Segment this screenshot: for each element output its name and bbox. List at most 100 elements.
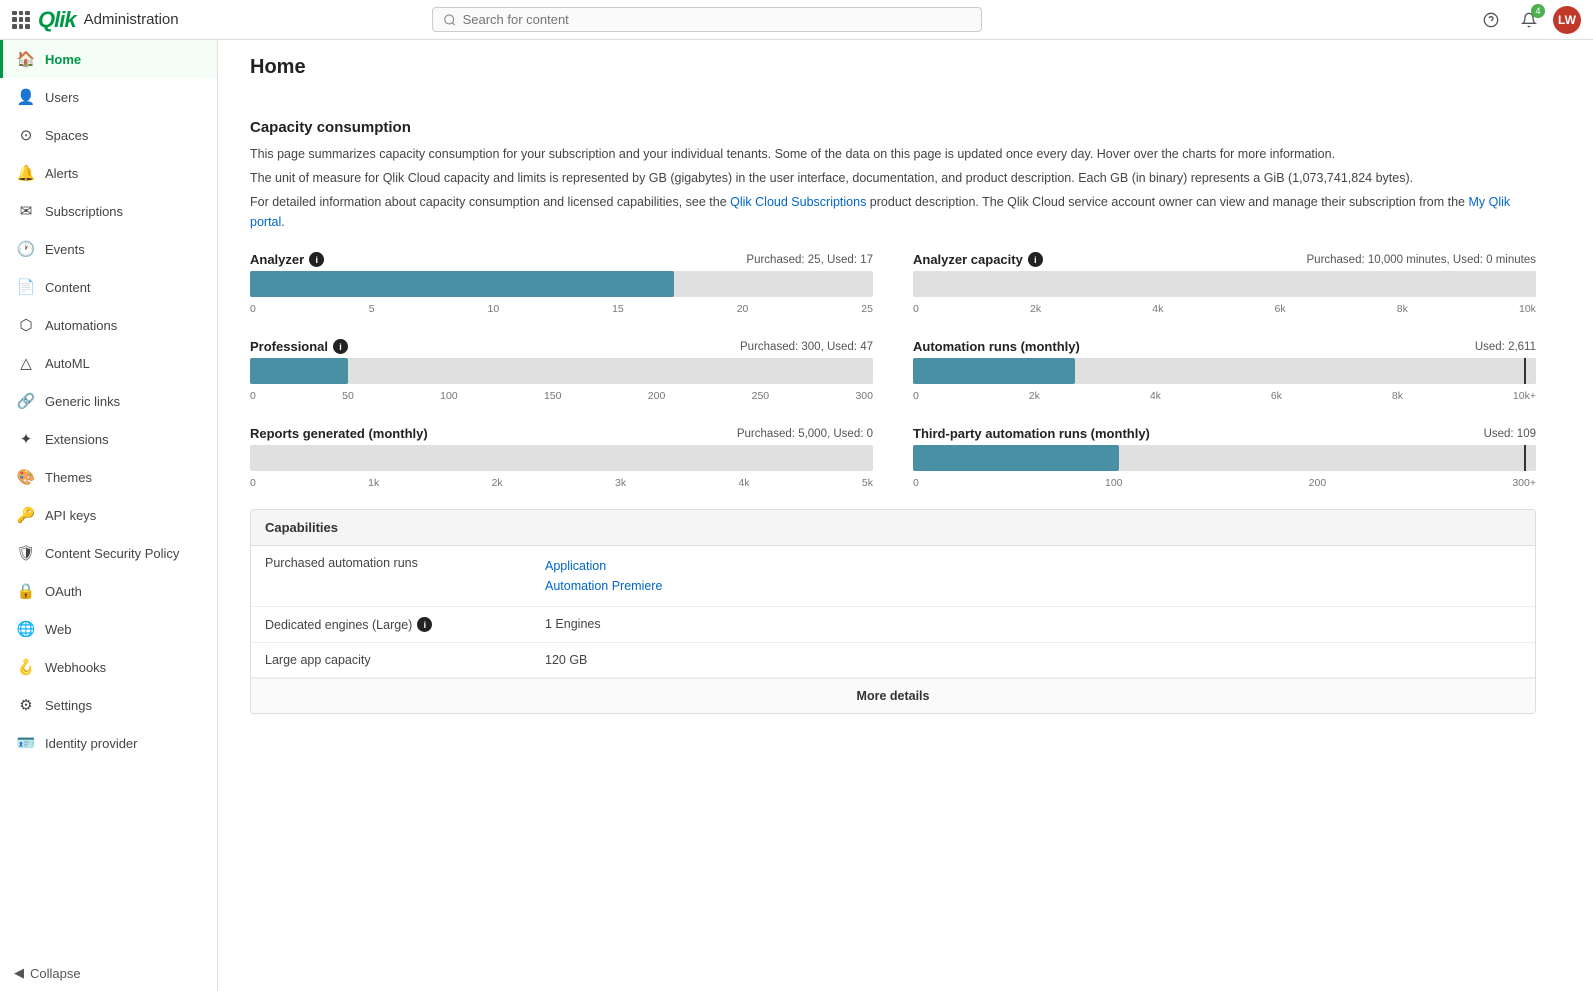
sidebar: 🏠 Home 👤 Users ⊙ Spaces 🔔 Alerts ✉ Subsc… (0, 40, 218, 991)
description-1: This page summarizes capacity consumptio… (250, 144, 1536, 164)
automation-runs-header: Automation runs (monthly) Used: 2,611 (913, 339, 1536, 354)
search-icon (443, 13, 456, 27)
sidebar-item-webhooks[interactable]: 🪝 Webhooks (0, 648, 217, 686)
sidebar-icon-home: 🏠 (17, 50, 35, 68)
capabilities-value-2: 120 GB (545, 653, 1521, 667)
capabilities-table: Capabilities Purchased automation runs A… (250, 509, 1536, 714)
sidebar-item-content[interactable]: 📄 Content (0, 268, 217, 306)
sidebar-item-api-keys[interactable]: 🔑 API keys (0, 496, 217, 534)
sidebar-item-csp[interactable]: 🛡 Content Security Policy (0, 534, 217, 572)
help-button[interactable] (1477, 6, 1505, 34)
third-party-runs-label: Third-party automation runs (monthly) (913, 426, 1150, 441)
third-party-runs-bar-fill (913, 445, 1119, 471)
professional-bar-track (250, 358, 873, 384)
reports-info: Purchased: 5,000, Used: 0 (737, 428, 873, 440)
sidebar-icon-automations: ⬡ (17, 316, 35, 334)
more-details[interactable]: More details (251, 678, 1535, 713)
sidebar-label-web: Web (45, 622, 72, 637)
sidebar-item-home[interactable]: 🏠 Home (0, 40, 217, 78)
sidebar-item-oauth[interactable]: 🔒 OAuth (0, 572, 217, 610)
sidebar-icon-spaces: ⊙ (17, 126, 35, 144)
description-2: The unit of measure for Qlik Cloud capac… (250, 168, 1536, 188)
analyzer-bar-track (250, 271, 873, 297)
sidebar-item-subscriptions[interactable]: ✉ Subscriptions (0, 192, 217, 230)
sidebar-label-content: Content (45, 280, 91, 295)
sidebar-icon-subscriptions: ✉ (17, 202, 35, 220)
sidebar-label-alerts: Alerts (45, 166, 78, 181)
notifications-button[interactable]: 4 (1515, 6, 1543, 34)
description-3-suffix: product description. The Qlik Cloud serv… (866, 195, 1468, 209)
analyzer-info-icon[interactable]: i (309, 252, 324, 267)
reports-header: Reports generated (monthly) Purchased: 5… (250, 426, 873, 441)
capabilities-label-0: Purchased automation runs (265, 556, 545, 570)
sidebar-item-events[interactable]: 🕐 Events (0, 230, 217, 268)
sidebar-item-web[interactable]: 🌐 Web (0, 610, 217, 648)
dedicated-engines-info-icon[interactable]: i (417, 617, 432, 632)
sidebar-icon-themes: 🎨 (17, 468, 35, 486)
analyzer-capacity-bar-track (913, 271, 1536, 297)
search-input[interactable] (463, 12, 972, 27)
capabilities-value-0: Application Automation Premiere (545, 556, 1521, 596)
sidebar-label-csp: Content Security Policy (45, 546, 179, 561)
topbar-right: 4 LW (1477, 6, 1581, 34)
analyzer-capacity-axis: 02k4k6k8k10k (913, 303, 1536, 315)
sidebar-item-themes[interactable]: 🎨 Themes (0, 458, 217, 496)
automation-runs-axis: 02k4k6k8k10k+ (913, 390, 1536, 402)
reports-bar-track (250, 445, 873, 471)
sidebar-label-generic-links: Generic links (45, 394, 120, 409)
sidebar-item-identity-provider[interactable]: 🪪 Identity provider (0, 724, 217, 762)
sidebar-label-extensions: Extensions (45, 432, 109, 447)
grid-icon[interactable] (12, 11, 30, 29)
description-3-prefix: For detailed information about capacity … (250, 195, 730, 209)
analyzer-capacity-header: Analyzer capacity i Purchased: 10,000 mi… (913, 252, 1536, 267)
qlik-subscriptions-link[interactable]: Qlik Cloud Subscriptions (730, 195, 866, 209)
description-3-end: . (281, 215, 284, 229)
third-party-runs-axis: 0100200300+ (913, 477, 1536, 489)
sidebar-item-extensions[interactable]: ✦ Extensions (0, 420, 217, 458)
sidebar-item-automations[interactable]: ⬡ Automations (0, 306, 217, 344)
third-party-runs-chart: Third-party automation runs (monthly) Us… (913, 426, 1536, 489)
capabilities-value-1: 1 Engines (545, 617, 1521, 631)
sidebar-icon-generic-links: 🔗 (17, 392, 35, 410)
sidebar-collapse-button[interactable]: ◀Collapse (0, 955, 217, 991)
sidebar-item-settings[interactable]: ⚙ Settings (0, 686, 217, 724)
sidebar-item-users[interactable]: 👤 Users (0, 78, 217, 116)
sidebar-label-oauth: OAuth (45, 584, 82, 599)
sidebar-icon-content: 📄 (17, 278, 35, 296)
analyzer-capacity-chart: Analyzer capacity i Purchased: 10,000 mi… (913, 252, 1536, 315)
sidebar-label-users: Users (45, 90, 79, 105)
analyzer-info: Purchased: 25, Used: 17 (746, 254, 873, 266)
professional-info-icon[interactable]: i (333, 339, 348, 354)
automation-runs-chart: Automation runs (monthly) Used: 2,611 02… (913, 339, 1536, 402)
analyzer-capacity-info-icon[interactable]: i (1028, 252, 1043, 267)
third-party-runs-marker (1524, 445, 1526, 471)
sidebar-label-automations: Automations (45, 318, 117, 333)
analyzer-chart-header: Analyzer i Purchased: 25, Used: 17 (250, 252, 873, 267)
reports-label: Reports generated (monthly) (250, 426, 428, 441)
sidebar-icon-automl: △ (17, 354, 35, 372)
content-inner: Capacity consumption This page summarize… (218, 95, 1568, 738)
topbar: Qlik Administration 4 LW (0, 0, 1593, 40)
sidebar-label-home: Home (45, 52, 81, 67)
automation-premiere-link[interactable]: Automation Premiere (545, 576, 1521, 596)
notification-badge: 4 (1531, 4, 1545, 18)
professional-axis: 050100150200250300 (250, 390, 873, 402)
analyzer-axis: 0510152025 (250, 303, 873, 315)
sidebar-item-automl[interactable]: △ AutoML (0, 344, 217, 382)
sidebar-icon-web: 🌐 (17, 620, 35, 638)
avatar[interactable]: LW (1553, 6, 1581, 34)
description-3: For detailed information about capacity … (250, 192, 1536, 232)
professional-header: Professional i Purchased: 300, Used: 47 (250, 339, 873, 354)
topbar-title: Administration (84, 11, 179, 28)
main-layout: 🏠 Home 👤 Users ⊙ Spaces 🔔 Alerts ✉ Subsc… (0, 40, 1593, 991)
sidebar-item-generic-links[interactable]: 🔗 Generic links (0, 382, 217, 420)
automation-runs-bar-fill (913, 358, 1075, 384)
sidebar-item-alerts[interactable]: 🔔 Alerts (0, 154, 217, 192)
sidebar-item-spaces[interactable]: ⊙ Spaces (0, 116, 217, 154)
collapse-arrow-icon: ◀ (14, 965, 24, 981)
search-bar[interactable] (432, 7, 982, 32)
sidebar-icon-identity-provider: 🪪 (17, 734, 35, 752)
application-link[interactable]: Application (545, 556, 1521, 576)
page-title: Home (218, 40, 1593, 79)
third-party-runs-header: Third-party automation runs (monthly) Us… (913, 426, 1536, 441)
